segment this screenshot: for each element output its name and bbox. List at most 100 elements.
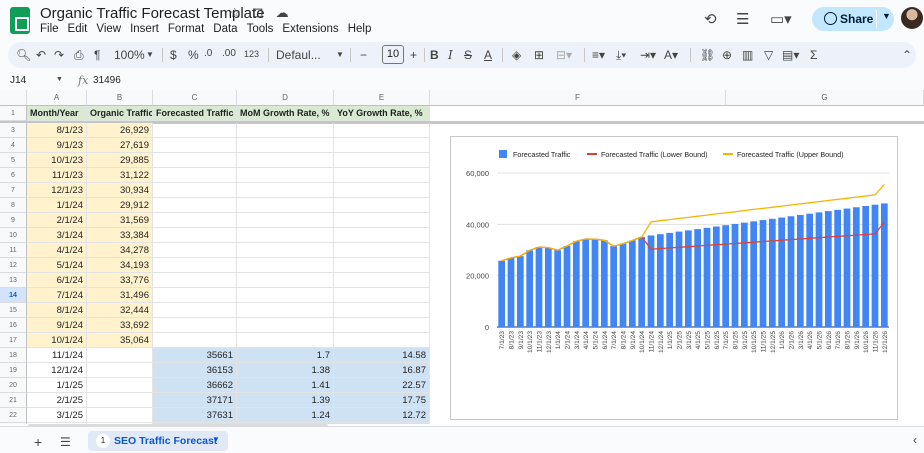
filter-views-icon[interactable]: ▤▾ bbox=[782, 48, 799, 62]
cell-yoy-growth[interactable] bbox=[334, 303, 430, 318]
text-wrapping-icon[interactable]: ⇥▾ bbox=[640, 48, 656, 62]
font-family-select[interactable]: Defaul... bbox=[276, 48, 321, 62]
cell-organic-traffic[interactable]: 29,912 bbox=[87, 198, 153, 213]
cell-mom-growth[interactable] bbox=[237, 303, 334, 318]
cell-organic-traffic[interactable]: 32,444 bbox=[87, 303, 153, 318]
cell-yoy-growth[interactable] bbox=[334, 333, 430, 348]
menu-tools[interactable]: Tools bbox=[247, 23, 274, 35]
increase-decimal-button[interactable]: .00 bbox=[222, 48, 236, 59]
insert-link-icon[interactable]: ⛓ bbox=[700, 48, 715, 62]
move-to-folder-icon[interactable]: ⊡ bbox=[253, 5, 264, 21]
cell-forecasted-traffic[interactable] bbox=[153, 273, 237, 288]
cell-forecasted-traffic[interactable] bbox=[153, 123, 237, 138]
row-header[interactable]: 20 bbox=[0, 378, 27, 393]
row-header[interactable]: 23 bbox=[0, 423, 27, 424]
row-header[interactable]: 9 bbox=[0, 213, 27, 228]
cell-month-year[interactable]: 10/1/24 bbox=[27, 333, 87, 348]
column-header-b[interactable]: B bbox=[87, 90, 153, 106]
cloud-status-icon[interactable]: ☁ bbox=[276, 5, 289, 21]
row-header[interactable]: 11 bbox=[0, 243, 27, 258]
forecast-chart[interactable]: Forecasted Traffic Forecasted Traffic (Lo… bbox=[450, 136, 898, 420]
cell-forecasted-traffic[interactable] bbox=[153, 138, 237, 153]
cell-forecasted-traffic[interactable] bbox=[153, 168, 237, 183]
cell-organic-traffic[interactable]: 35,064 bbox=[87, 333, 153, 348]
cell-mom-growth[interactable] bbox=[237, 168, 334, 183]
cell-yoy-growth[interactable] bbox=[334, 198, 430, 213]
cell-forecasted-traffic[interactable] bbox=[153, 258, 237, 273]
cell-organic-traffic[interactable] bbox=[87, 408, 153, 423]
cell-month-year[interactable]: 5/1/24 bbox=[27, 258, 87, 273]
functions-icon[interactable]: Σ bbox=[810, 48, 817, 62]
cell-month-year[interactable]: 11/1/23 bbox=[27, 168, 87, 183]
row-header[interactable]: 3 bbox=[0, 123, 27, 138]
cell-mom-growth[interactable] bbox=[237, 258, 334, 273]
history-icon[interactable]: ⟲ bbox=[704, 10, 717, 28]
cell-mom-growth[interactable] bbox=[237, 123, 334, 138]
print-icon[interactable]: ⎙ bbox=[74, 48, 84, 63]
filter-icon[interactable]: ▽ bbox=[764, 48, 773, 62]
text-color-icon[interactable]: A bbox=[484, 48, 492, 62]
cell-mom-growth[interactable]: 1.24 bbox=[237, 408, 334, 423]
row-header[interactable]: 16 bbox=[0, 318, 27, 333]
fill-color-icon[interactable]: ◈ bbox=[512, 48, 521, 62]
column-header-f[interactable]: F bbox=[430, 90, 726, 106]
chevron-left-icon[interactable]: ‹ bbox=[913, 433, 917, 447]
cell-organic-traffic[interactable]: 31,569 bbox=[87, 213, 153, 228]
vertical-align-icon[interactable]: ⤓▾ bbox=[616, 48, 626, 63]
cell-forecasted-traffic[interactable] bbox=[153, 243, 237, 258]
cell-organic-traffic[interactable]: 34,278 bbox=[87, 243, 153, 258]
cell-yoy-growth[interactable] bbox=[334, 123, 430, 138]
cell-month-year[interactable]: 10/1/23 bbox=[27, 153, 87, 168]
cell-yoy-growth[interactable]: 14.58 bbox=[334, 348, 430, 363]
cell-mom-growth[interactable]: 1.39 bbox=[237, 393, 334, 408]
cell-mom-growth[interactable]: 1.38 bbox=[237, 363, 334, 378]
row-header[interactable]: 15 bbox=[0, 303, 27, 318]
header-month-year[interactable]: Month/Year bbox=[27, 106, 87, 121]
chevron-down-icon[interactable]: ▼ bbox=[336, 50, 344, 59]
chevron-down-icon[interactable]: ▼ bbox=[56, 76, 63, 83]
cell-month-year[interactable]: 2/1/24 bbox=[27, 213, 87, 228]
cell-mom-growth[interactable] bbox=[237, 288, 334, 303]
text-rotation-icon[interactable]: A▾ bbox=[664, 48, 678, 62]
cell-yoy-growth[interactable] bbox=[334, 153, 430, 168]
cell-yoy-growth[interactable]: 17.75 bbox=[334, 393, 430, 408]
cell-forecasted-traffic[interactable] bbox=[153, 228, 237, 243]
cell-month-year[interactable]: 4/1/24 bbox=[27, 243, 87, 258]
cell-organic-traffic[interactable] bbox=[87, 348, 153, 363]
cell-month-year[interactable]: 12/1/24 bbox=[27, 363, 87, 378]
cell-yoy-growth[interactable]: 12.72 bbox=[334, 408, 430, 423]
cell-mom-growth[interactable] bbox=[237, 333, 334, 348]
redo-icon[interactable]: ↷ bbox=[54, 48, 64, 62]
menu-format[interactable]: Format bbox=[168, 23, 204, 35]
cell-month-year[interactable]: 8/1/23 bbox=[27, 123, 87, 138]
cell-month-year[interactable]: 12/1/23 bbox=[27, 183, 87, 198]
cell-mom-growth[interactable] bbox=[237, 213, 334, 228]
cell-month-year[interactable]: 3/1/25 bbox=[27, 408, 87, 423]
cell-organic-traffic[interactable]: 33,692 bbox=[87, 318, 153, 333]
row-header[interactable]: 5 bbox=[0, 153, 27, 168]
row-header[interactable]: 4 bbox=[0, 138, 27, 153]
column-header-d[interactable]: D bbox=[237, 90, 334, 106]
cell-month-year[interactable]: 1/1/25 bbox=[27, 378, 87, 393]
cell-mom-growth[interactable] bbox=[237, 153, 334, 168]
chevron-down-icon[interactable]: ▼ bbox=[882, 11, 891, 21]
borders-icon[interactable]: ⊞ bbox=[534, 48, 544, 62]
menu-file[interactable]: File bbox=[40, 23, 59, 35]
header-mom-growth[interactable]: MoM Growth Rate, % bbox=[237, 106, 334, 121]
cell-organic-traffic[interactable]: 29,885 bbox=[87, 153, 153, 168]
cell-forecasted-traffic[interactable]: 36153 bbox=[153, 363, 237, 378]
cell-forecasted-traffic[interactable] bbox=[153, 153, 237, 168]
increase-font-size-button[interactable]: + bbox=[410, 48, 417, 62]
row-header[interactable]: 1 bbox=[0, 106, 27, 121]
cell-forecasted-traffic[interactable] bbox=[153, 183, 237, 198]
avatar[interactable] bbox=[901, 7, 923, 29]
cell-yoy-growth[interactable] bbox=[334, 288, 430, 303]
menu-edit[interactable]: Edit bbox=[68, 23, 88, 35]
number-format-button[interactable]: 123 bbox=[244, 49, 259, 59]
cell-forecasted-traffic[interactable] bbox=[153, 198, 237, 213]
column-header-g[interactable]: G bbox=[726, 90, 924, 106]
add-sheet-icon[interactable]: + bbox=[34, 434, 42, 450]
cell-month-year[interactable]: 2/1/25 bbox=[27, 393, 87, 408]
cell-yoy-growth[interactable] bbox=[334, 228, 430, 243]
share-button[interactable]: Share ▼ bbox=[812, 7, 894, 31]
